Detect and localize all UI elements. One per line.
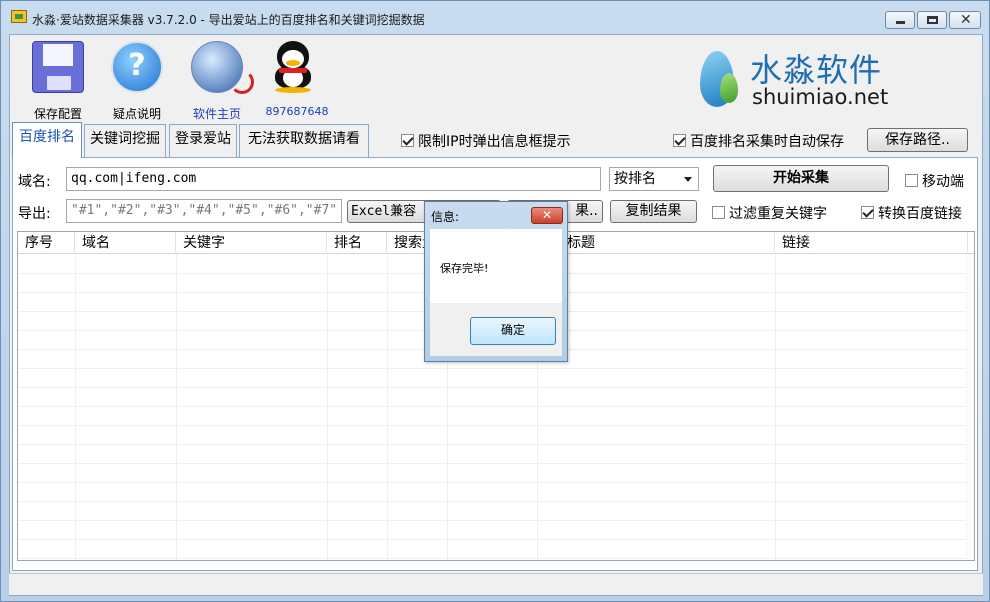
minimize-button[interactable] — [885, 11, 915, 29]
dialog-message: 保存完毕! — [440, 262, 489, 275]
table-column-divider — [176, 254, 177, 560]
table-row-divider — [18, 539, 968, 540]
column-header-rank[interactable]: 排名 — [327, 232, 387, 254]
table-column-divider — [775, 254, 776, 560]
table-row-divider — [18, 558, 968, 559]
convert-baidu-links-label: 转换百度链接 — [878, 206, 962, 222]
column-header-index[interactable]: 序号 — [18, 232, 75, 254]
export-template-input[interactable]: "#1","#2","#3","#4","#5","#6","#7" — [66, 199, 342, 223]
help-button[interactable]: ? 疑点说明 — [97, 41, 177, 122]
close-icon: ✕ — [960, 12, 972, 28]
save-config-button[interactable]: 保存配置 — [18, 41, 98, 122]
table-row-divider — [18, 387, 968, 388]
copy-result-button[interactable]: 复制结果 — [610, 200, 697, 223]
table-row-divider — [18, 482, 968, 483]
table-row-divider — [18, 444, 968, 445]
table-row-divider — [18, 520, 968, 521]
sort-mode-select[interactable]: 按排名 — [609, 167, 699, 191]
checkbox-checked-icon — [861, 206, 874, 219]
info-dialog: 信息: ✕ 保存完毕! 确定 — [424, 201, 568, 362]
checkbox-checked-icon — [401, 134, 414, 147]
start-collect-button[interactable]: 开始采集 — [713, 165, 889, 192]
auto-save-label: 百度排名采集时自动保存 — [690, 134, 844, 150]
table-row-divider — [18, 368, 968, 369]
column-header-link[interactable]: 链接 — [775, 232, 968, 254]
dialog-title: 信息: — [431, 210, 460, 224]
ip-limit-prompt-label: 限制IP时弹出信息框提示 — [418, 134, 571, 150]
help-label: 疑点说明 — [112, 107, 161, 121]
floppy-disk-icon — [32, 41, 84, 93]
table-column-divider — [387, 254, 388, 560]
checkbox-unchecked-icon — [712, 206, 725, 219]
domain-label: 域名: — [18, 174, 51, 190]
vertical-scrollbar[interactable] — [966, 254, 974, 560]
dialog-close-button[interactable]: ✕ — [531, 207, 563, 224]
column-header-domain[interactable]: 域名 — [75, 232, 176, 254]
checkbox-checked-icon — [673, 134, 686, 147]
mobile-checkbox[interactable]: 移动端 — [905, 171, 964, 191]
brand-logo: 水淼软件 shuimiao.net — [700, 45, 900, 111]
table-column-divider — [327, 254, 328, 560]
column-header-title[interactable]: 标题 — [537, 232, 775, 254]
question-mark-icon: ? — [111, 41, 163, 93]
table-row-divider — [18, 501, 968, 502]
table-row-divider — [18, 406, 968, 407]
homepage-label: 软件主页 — [192, 107, 241, 121]
tab-keyword-mining[interactable]: 关键词挖掘 — [84, 124, 166, 157]
qq-button[interactable]: 897687648 — [257, 41, 337, 118]
ip-limit-prompt-checkbox[interactable]: 限制IP时弹出信息框提示 — [401, 131, 571, 151]
export-label: 导出: — [18, 206, 51, 222]
tab-help-no-data[interactable]: 无法获取数据请看 — [239, 124, 369, 157]
qq-number-label: 897687648 — [265, 105, 329, 118]
window-title: 水淼·爱站数据采集器 v3.7.2.0 - 导出爱站上的百度排名和关键词挖掘数据 — [32, 13, 425, 27]
mobile-label: 移动端 — [922, 174, 964, 190]
qq-penguin-icon — [271, 41, 323, 93]
maximize-button[interactable] — [917, 11, 947, 29]
dialog-body: 保存完毕! — [430, 229, 562, 303]
app-window: 水淼·爱站数据采集器 v3.7.2.0 - 导出爱站上的百度排名和关键词挖掘数据… — [0, 0, 990, 602]
title-bar: 水淼·爱站数据采集器 v3.7.2.0 - 导出爱站上的百度排名和关键词挖掘数据… — [1, 1, 989, 34]
status-bar — [9, 573, 983, 595]
globe-icon — [191, 41, 254, 94]
column-header-keyword[interactable]: 关键字 — [176, 232, 327, 254]
save-path-button[interactable]: 保存路径.. — [867, 128, 968, 152]
checkbox-unchecked-icon — [905, 174, 918, 187]
table-row-divider — [18, 425, 968, 426]
dialog-footer: 确定 — [430, 303, 562, 356]
maximize-icon — [927, 16, 938, 24]
domain-input[interactable]: qq.com|ifeng.com — [66, 167, 601, 191]
dialog-ok-button[interactable]: 确定 — [470, 317, 556, 345]
filter-duplicates-label: 过滤重复关键字 — [729, 206, 827, 222]
homepage-button[interactable]: 软件主页 — [177, 41, 257, 122]
minimize-icon — [896, 21, 905, 24]
auto-save-checkbox[interactable]: 百度排名采集时自动保存 — [673, 131, 844, 151]
app-icon — [11, 10, 27, 23]
table-row-divider — [18, 463, 968, 464]
dropdown-arrow-icon — [684, 177, 692, 182]
close-button[interactable]: ✕ — [949, 11, 981, 29]
filter-duplicates-checkbox[interactable]: 过滤重复关键字 — [712, 203, 827, 223]
table-column-divider — [75, 254, 76, 560]
logo-english-text: shuimiao.net — [752, 85, 889, 109]
sort-mode-value: 按排名 — [614, 171, 656, 187]
tab-login-aizhan[interactable]: 登录爱站 — [169, 124, 237, 157]
tab-baidu-rank[interactable]: 百度排名 — [12, 122, 82, 158]
save-config-label: 保存配置 — [33, 107, 82, 121]
convert-baidu-links-checkbox[interactable]: 转换百度链接 — [861, 203, 962, 223]
leaf-drop-icon — [720, 73, 738, 103]
